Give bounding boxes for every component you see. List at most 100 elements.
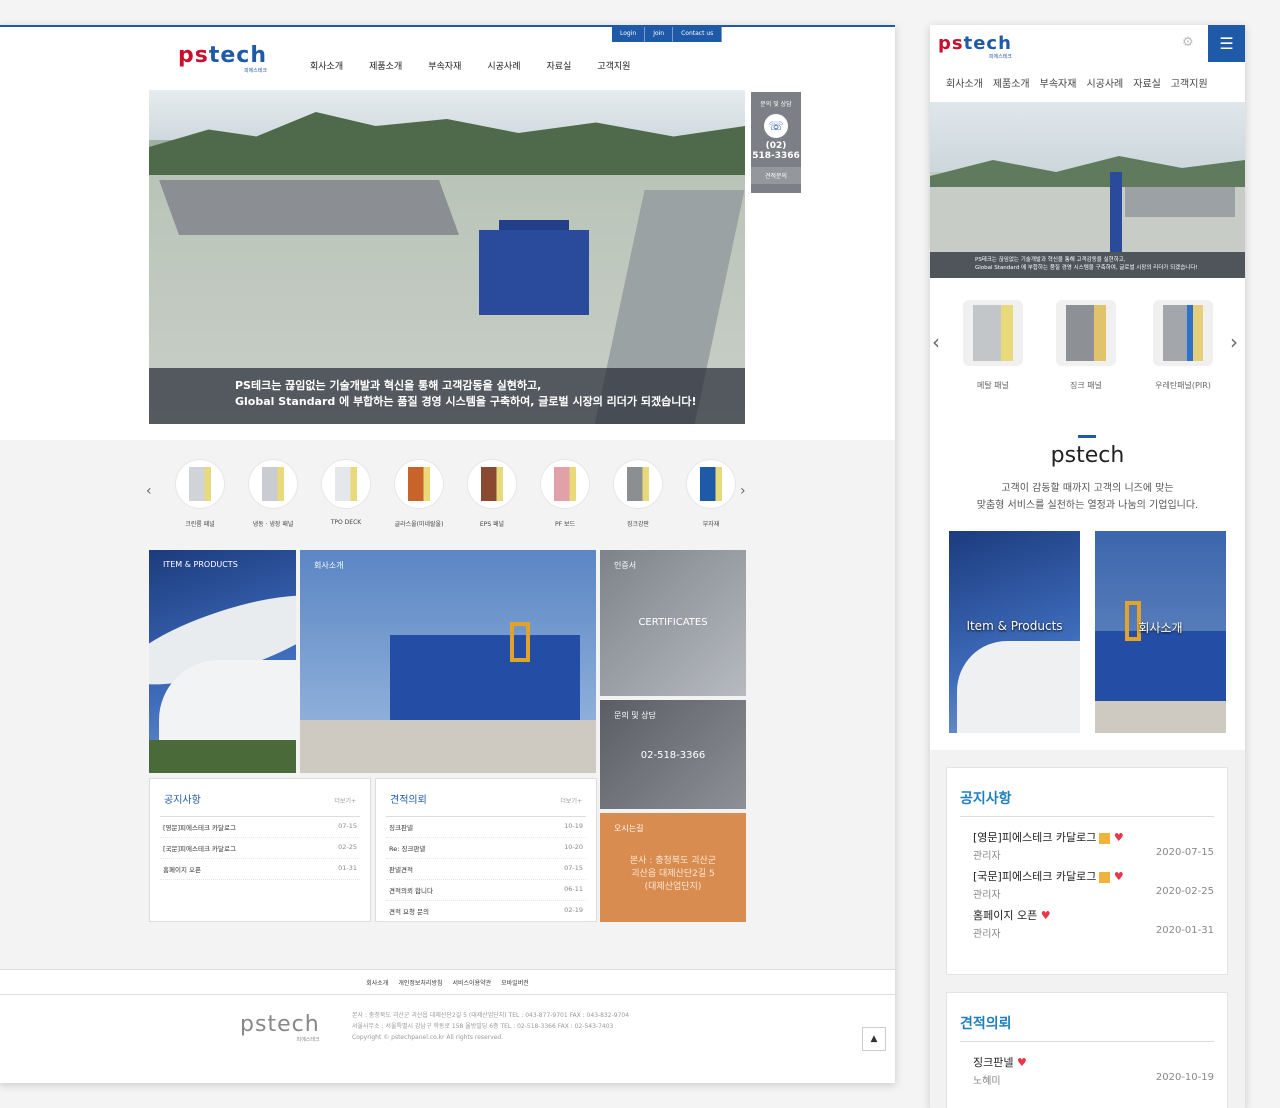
mobile-board-item[interactable]: [영문]피에스테크 카달로그 ♥ 관리자 2020-07-15 bbox=[960, 825, 1214, 864]
chevron-right-icon[interactable]: › bbox=[740, 483, 746, 499]
mnav-item-archive[interactable]: 자료실 bbox=[1133, 75, 1161, 90]
menu-icon[interactable]: ☰ bbox=[1208, 25, 1245, 62]
footer-link-terms[interactable]: 서비스이용약관 bbox=[453, 978, 492, 994]
product-item[interactable]: 크린룸 패널 bbox=[175, 459, 225, 528]
nav-item-support[interactable]: 고객지원 bbox=[597, 59, 630, 72]
mobile-card-items[interactable]: Item & Products bbox=[949, 531, 1080, 733]
item-author: 관리자 bbox=[973, 851, 1001, 862]
notice-more-link[interactable]: 더보기+ bbox=[334, 796, 356, 805]
notice-board: 공지사항 더보기+ [영문]피에스테크 카달로그 07-15 [국문]피에스테크 카… bbox=[149, 778, 371, 922]
nav-item-archive[interactable]: 자료실 bbox=[547, 59, 572, 72]
tile-about[interactable]: 회사소개 bbox=[300, 550, 596, 773]
tile-inquiry[interactable]: 문의 및 상담 02-518-3366 bbox=[600, 700, 746, 809]
heart-icon: ♥ bbox=[1113, 870, 1124, 883]
board-row-date: 02-25 bbox=[338, 843, 357, 851]
item-date: 2020-01-31 bbox=[1155, 925, 1214, 936]
board-row[interactable]: 홈페이지 오픈 01-31 bbox=[160, 859, 360, 880]
board-row-title: 홈페이지 오픈 bbox=[163, 866, 201, 874]
product-item[interactable]: TPO DECK bbox=[321, 459, 371, 528]
board-row-title: [국문]피에스테크 카달로그 bbox=[163, 845, 236, 853]
notice-list: [영문]피에스테크 카달로그 07-15 [국문]피에스테크 카달로그 02-25 홈페… bbox=[160, 816, 360, 880]
nav-item-cases[interactable]: 시공사례 bbox=[487, 59, 520, 72]
board-row-date: 02-19 bbox=[564, 906, 583, 914]
product-item[interactable]: 냉동 · 냉장 패널 bbox=[248, 459, 298, 528]
main-nav: 회사소개 제품소개 부속자재 시공사례 자료실 고객지원 bbox=[310, 59, 630, 72]
board-row[interactable]: [영문]피에스테크 카달로그 07-15 bbox=[160, 817, 360, 838]
desktop-view: Login Join Contact us pstech 피에스테크 회사소개 … bbox=[0, 25, 895, 1083]
mobile-logo[interactable]: pstech 피에스테크 bbox=[938, 33, 1012, 60]
mnav-item-support[interactable]: 고객지원 bbox=[1171, 75, 1208, 90]
board-row-title: 판넬견적 bbox=[389, 866, 413, 874]
board-row-title: 징크판넬 bbox=[389, 824, 413, 832]
join-link[interactable]: Join bbox=[645, 27, 674, 42]
mobile-card-about[interactable]: 회사소개 bbox=[1095, 531, 1226, 733]
item-title: [국문]피에스테크 카달로그 bbox=[973, 870, 1097, 883]
login-link[interactable]: Login bbox=[612, 27, 646, 42]
board-row-date: 07-15 bbox=[338, 822, 357, 830]
item-author: 관리자 bbox=[973, 929, 1001, 940]
quick-contact-box[interactable]: 문의 및 상담 ☏ (02) 518-3366 견적문의 bbox=[751, 92, 801, 193]
mnav-item-cases[interactable]: 시공사례 bbox=[1086, 75, 1123, 90]
tile-items-products[interactable]: ITEM & PRODUCTS bbox=[149, 550, 296, 773]
product-item[interactable]: EPS 패널 bbox=[467, 459, 517, 528]
chevron-left-icon[interactable]: ‹ bbox=[932, 330, 940, 354]
mobile-product-metal[interactable]: 메탈 패널 bbox=[958, 300, 1028, 391]
footer-link-privacy[interactable]: 개인정보처리방침 bbox=[398, 978, 442, 994]
mnav-item-accessories[interactable]: 부속자재 bbox=[1040, 75, 1077, 90]
hero-caption: PS테크는 끊임없는 기술개발과 혁신을 통해 고객감동을 실현하고, Glob… bbox=[149, 368, 745, 424]
product-item[interactable]: PF 보드 bbox=[540, 459, 590, 528]
board-row[interactable]: [국문]피에스테크 카달로그 02-25 bbox=[160, 838, 360, 859]
nav-item-accessories[interactable]: 부속자재 bbox=[428, 59, 461, 72]
mobile-board-item[interactable]: 징크판넬 ♥ 노혜미 2020-10-19 bbox=[960, 1050, 1214, 1089]
mobile-board-item[interactable]: [국문]피에스테크 카달로그 ♥ 관리자 2020-02-25 bbox=[960, 864, 1214, 903]
mobile-product-pir[interactable]: 우레탄패널(PIR) bbox=[1143, 300, 1223, 391]
mobile-header: pstech 피에스테크 ⚙ ☰ bbox=[930, 25, 1245, 65]
footer-link-about[interactable]: 회사소개 bbox=[366, 978, 388, 994]
chevron-left-icon[interactable]: ‹ bbox=[146, 483, 152, 499]
logo[interactable]: pstech 피에스테크 bbox=[178, 43, 267, 74]
mobile-view: pstech 피에스테크 ⚙ ☰ 회사소개 제품소개 부속자재 시공사례 자료실… bbox=[930, 25, 1245, 1108]
nav-item-products[interactable]: 제품소개 bbox=[369, 59, 402, 72]
accent-bar bbox=[1078, 435, 1096, 438]
product-label: TPO DECK bbox=[330, 519, 362, 526]
mobile-notice-board: 공지사항 [영문]피에스테크 카달로그 ♥ 관리자 2020-07-15 [국문]피에… bbox=[946, 767, 1228, 975]
mobile-hero: PS테크는 끊임없는 기술개발과 혁신을 통해 고객감동을 실현하고, Glob… bbox=[930, 102, 1245, 278]
quote-list: 징크판넬 10-19 Re: 징크판넬 10-20 판넬견적 07-15 견적의뢰 합니다 0… bbox=[386, 816, 586, 922]
item-date: 2020-10-19 bbox=[1155, 1072, 1214, 1083]
mobile-product-zinc[interactable]: 징크 패널 bbox=[1051, 300, 1121, 391]
top-utility-bar: Login Join Contact us bbox=[612, 27, 723, 42]
chevron-right-icon[interactable]: › bbox=[1230, 330, 1238, 354]
product-image bbox=[686, 459, 736, 509]
item-author: 관리자 bbox=[973, 890, 1001, 901]
board-row-date: 07-15 bbox=[564, 864, 583, 872]
mnav-item-about[interactable]: 회사소개 bbox=[946, 75, 983, 90]
contact-tel: (02) 518-3366 bbox=[752, 141, 800, 161]
product-item[interactable]: 글라스울(미네랄울) bbox=[394, 459, 444, 528]
quote-more-link[interactable]: 더보기+ bbox=[560, 796, 582, 805]
item-date: 2020-02-25 bbox=[1155, 886, 1214, 897]
gear-icon[interactable]: ⚙ bbox=[1182, 35, 1194, 50]
product-label: 징크강판 bbox=[626, 521, 650, 528]
product-item[interactable]: 부자재 bbox=[686, 459, 736, 528]
contact-link[interactable]: Contact us bbox=[673, 27, 723, 42]
scroll-top-button[interactable]: ▲ bbox=[862, 1027, 886, 1051]
board-row[interactable]: 징크판넬 10-19 bbox=[386, 817, 586, 838]
nav-item-about[interactable]: 회사소개 bbox=[310, 59, 343, 72]
product-item[interactable]: 징크강판 bbox=[613, 459, 663, 528]
tile-location[interactable]: 오시는길 본사 : 충청북도 괴산군 괴산읍 대제산단2길 5 (대제산업단지) bbox=[600, 813, 746, 922]
product-image bbox=[613, 459, 663, 509]
mnav-item-products[interactable]: 제품소개 bbox=[993, 75, 1030, 90]
product-label: 냉동 · 냉장 패널 bbox=[252, 521, 294, 528]
footer-link-mobile[interactable]: 모바일버전 bbox=[501, 978, 529, 994]
quote-request-link[interactable]: 견적문의 bbox=[751, 167, 801, 184]
tile-certificates[interactable]: 인증서 CERTIFICATES bbox=[600, 550, 746, 696]
footer-nav: 회사소개 개인정보처리방침 서비스이용약관 모바일버전 bbox=[0, 969, 895, 995]
product-label: 글라스울(미네랄울) bbox=[394, 521, 444, 528]
mobile-board-item[interactable]: 홈페이지 오픈 ♥ 관리자 2020-01-31 bbox=[960, 903, 1214, 942]
board-row[interactable]: 견적 요청 문의 02-19 bbox=[386, 901, 586, 922]
board-row[interactable]: 판넬견적 07-15 bbox=[386, 859, 586, 880]
board-row[interactable]: Re: 징크판넬 10-20 bbox=[386, 838, 586, 859]
board-row[interactable]: 견적의뢰 합니다 06-11 bbox=[386, 880, 586, 901]
item-author: 노혜미 bbox=[973, 1076, 1001, 1087]
download-icon bbox=[1099, 832, 1111, 844]
